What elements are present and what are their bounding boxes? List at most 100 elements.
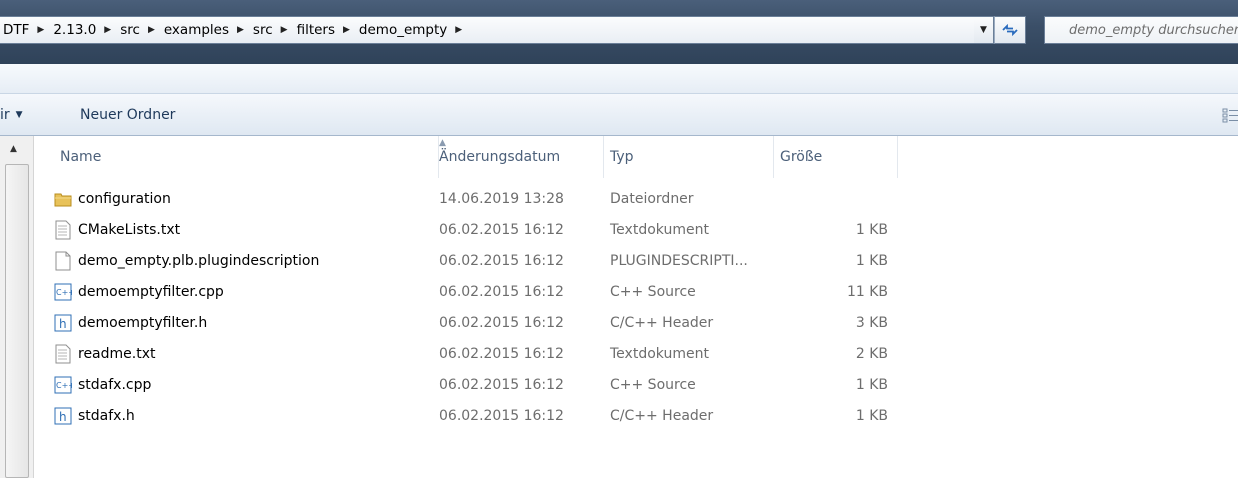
column-header-name[interactable]: Name <box>54 136 439 178</box>
breadcrumb-arrow-icon[interactable]: ▶ <box>343 25 350 35</box>
breadcrumb-arrow-icon[interactable]: ▶ <box>455 25 462 35</box>
file-size: 1 KB <box>855 376 888 393</box>
breadcrumb-label: 2.13.0 <box>53 22 97 38</box>
scrollbar-thumb[interactable] <box>5 164 29 478</box>
file-size: 1 KB <box>855 252 888 269</box>
navigation-scrollbar[interactable]: ▲ <box>0 136 34 478</box>
breadcrumb-label: src <box>120 22 140 38</box>
file-name: readme.txt <box>78 345 156 362</box>
file-size: 3 KB <box>855 314 888 331</box>
list-item[interactable]: readme.txt 06.02.2015 16:12 Textdokument… <box>34 338 934 369</box>
file-name: stdafx.h <box>78 407 135 424</box>
organize-button[interactable]: ir ▼ <box>0 94 23 136</box>
breadcrumb-arrow-icon[interactable]: ▶ <box>237 25 244 35</box>
breadcrumb-label: demo_empty <box>358 22 448 38</box>
file-size: 2 KB <box>855 345 888 362</box>
file-name: stdafx.cpp <box>78 376 152 393</box>
breadcrumb-arrow-icon[interactable]: ▶ <box>148 25 155 35</box>
breadcrumb-label: DTF <box>3 22 30 38</box>
file-size: 1 KB <box>855 407 888 424</box>
cpp-file-icon: C++ <box>54 375 72 395</box>
breadcrumb-src[interactable]: src ▶ <box>120 22 164 38</box>
breadcrumb-demo-empty[interactable]: demo_empty ▶ <box>359 22 471 38</box>
cpp-file-icon: C++ <box>54 282 72 302</box>
file-type: Textdokument <box>610 345 709 362</box>
file-date: 06.02.2015 16:12 <box>439 376 564 393</box>
column-header-type[interactable]: Typ <box>604 136 774 178</box>
column-header-label: Größe <box>780 149 823 165</box>
file-name-cell: C++ demoemptyfilter.cpp <box>54 276 224 307</box>
organize-label: ir <box>0 107 10 123</box>
file-type: Dateiordner <box>610 190 694 207</box>
list-item[interactable]: CMakeLists.txt 06.02.2015 16:12 Textdoku… <box>34 214 934 245</box>
svg-text:C++: C++ <box>56 288 72 297</box>
file-name: demoemptyfilter.cpp <box>78 283 224 300</box>
address-history-dropdown[interactable]: ▼ <box>974 16 994 44</box>
file-type: C++ Source <box>610 283 696 300</box>
column-header-label: Typ <box>610 149 634 165</box>
file-list: Name ▲ Änderungsdatum Typ Größe configur… <box>34 136 1238 478</box>
list-item[interactable]: h demoemptyfilter.h 06.02.2015 16:12 C/C… <box>34 307 934 338</box>
file-type: C/C++ Header <box>610 407 714 424</box>
breadcrumb-arrow-icon[interactable]: ▶ <box>37 25 44 35</box>
scroll-up-icon[interactable]: ▲ <box>10 144 17 154</box>
file-size: 11 KB <box>846 283 888 300</box>
address-tools: ▼ <box>974 16 1038 44</box>
text-file-icon <box>54 220 72 240</box>
list-item[interactable]: h stdafx.h 06.02.2015 16:12 C/C++ Header… <box>34 400 934 431</box>
file-date: 06.02.2015 16:12 <box>439 345 564 362</box>
search-input[interactable]: demo_empty durchsuchen <box>1044 16 1238 44</box>
file-name: CMakeLists.txt <box>78 221 181 238</box>
file-name-cell: demo_empty.plb.plugindescription <box>54 245 319 276</box>
view-options-button[interactable] <box>1222 106 1238 124</box>
menu-strip <box>0 64 1238 94</box>
breadcrumb-version[interactable]: 2.13.0 ▶ <box>53 22 120 38</box>
list-item[interactable]: demo_empty.plb.plugindescription 06.02.2… <box>34 245 934 276</box>
list-item[interactable]: C++ demoemptyfilter.cpp 06.02.2015 16:12… <box>34 276 934 307</box>
breadcrumb-dtf[interactable]: DTF ▶ <box>3 22 53 38</box>
file-name-cell: h demoemptyfilter.h <box>54 307 207 338</box>
file-date: 06.02.2015 16:12 <box>439 221 564 238</box>
address-bar[interactable]: DTF ▶ 2.13.0 ▶ src ▶ examples ▶ src ▶ filters… <box>0 16 1012 44</box>
generic-file-icon <box>54 251 72 271</box>
breadcrumb-label: src <box>252 22 273 38</box>
file-name: configuration <box>78 190 171 207</box>
breadcrumb-src-2[interactable]: src ▶ <box>253 22 297 38</box>
list-item[interactable]: C++ stdafx.cpp 06.02.2015 16:12 C++ Sour… <box>34 369 934 400</box>
file-name: demoemptyfilter.h <box>78 314 208 331</box>
file-date: 06.02.2015 16:12 <box>439 283 564 300</box>
breadcrumb-arrow-icon[interactable]: ▶ <box>104 25 111 35</box>
header-file-icon: h <box>54 313 72 333</box>
breadcrumb-examples[interactable]: examples ▶ <box>164 22 253 38</box>
file-date: 06.02.2015 16:12 <box>439 252 564 269</box>
file-size: 1 KB <box>855 221 888 238</box>
view-list-icon <box>1222 108 1238 123</box>
new-folder-button[interactable]: Neuer Ordner <box>80 94 175 136</box>
new-folder-label: Neuer Ordner <box>80 107 176 123</box>
breadcrumb-filters[interactable]: filters ▶ <box>297 22 359 38</box>
refresh-icon <box>1002 23 1018 37</box>
command-bar: ir ▼ Neuer Ordner <box>0 94 1238 136</box>
file-type: C++ Source <box>610 376 696 393</box>
column-header-label: Änderungsdatum <box>439 149 561 165</box>
refresh-button[interactable] <box>994 16 1026 44</box>
breadcrumb-arrow-icon[interactable]: ▶ <box>281 25 288 35</box>
file-type: C/C++ Header <box>610 314 714 331</box>
file-name-cell: h stdafx.h <box>54 400 135 431</box>
file-size <box>780 183 888 214</box>
svg-text:h: h <box>59 317 67 331</box>
file-type: PLUGINDESCRIPTI... <box>610 252 748 269</box>
chevron-down-icon: ▼ <box>15 110 23 120</box>
header-file-icon: h <box>54 406 72 426</box>
breadcrumb-label: examples <box>163 22 229 38</box>
column-header-size[interactable]: Größe <box>774 136 898 178</box>
list-item[interactable]: configuration 14.06.2019 13:28 Dateiordn… <box>34 183 934 214</box>
file-name: demo_empty.plb.plugindescription <box>78 252 320 269</box>
svg-text:C++: C++ <box>56 381 72 390</box>
file-date: 06.02.2015 16:12 <box>439 407 564 424</box>
breadcrumb-label: filters <box>296 22 335 38</box>
column-header-date[interactable]: Änderungsdatum <box>433 136 604 178</box>
file-date: 14.06.2019 13:28 <box>439 190 564 207</box>
file-date: 06.02.2015 16:12 <box>439 314 564 331</box>
file-name-cell: CMakeLists.txt <box>54 214 180 245</box>
